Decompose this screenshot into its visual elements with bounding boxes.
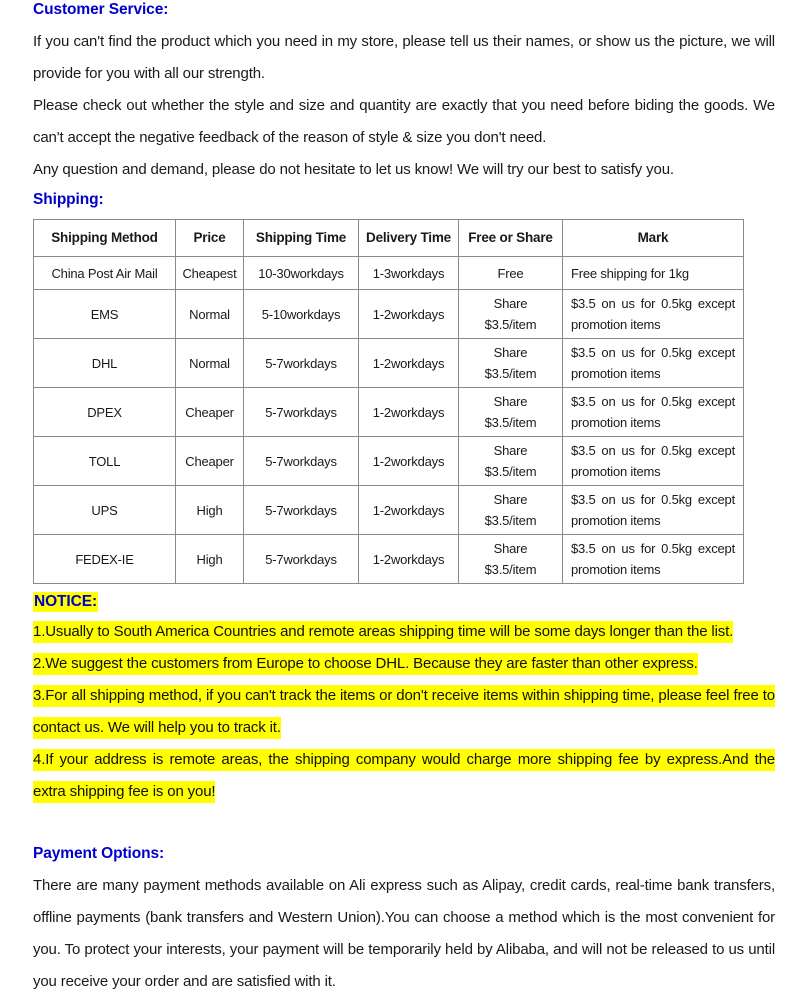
cell-delivery-time: 1-2workdays [358,338,459,388]
customer-service-paragraph-3: Any question and demand, please do not h… [33,161,674,178]
notice-heading: NOTICE: [33,592,775,612]
cell-method: TOLL [33,436,176,486]
column-header-shipping-method: Shipping Method [33,219,176,257]
cell-shipping-time: 5-7workdays [243,387,359,437]
cell-method: DPEX [33,387,176,437]
cell-price: Cheaper [175,387,244,437]
notice-item-4: 4.If your address is remote areas, the s… [33,744,775,808]
cell-delivery-time: 1-2workdays [358,534,459,584]
free-or-share-line-2: $3.5/item [484,513,537,528]
cell-mark: $3.5 on us for 0.5kg except promotion it… [562,387,744,437]
free-or-share-line-1: Share [493,394,528,409]
cell-method: UPS [33,485,176,535]
cell-free-or-share: Share $3.5/item [458,485,563,535]
column-header-shipping-time: Shipping Time [243,219,359,257]
column-header-free-or-share: Free or Share [458,219,563,257]
notice-item-1-text: 1.Usually to South America Countries and… [33,621,733,643]
cell-price: High [175,485,244,535]
cell-delivery-time: 1-2workdays [358,485,459,535]
cell-free-or-share: Share $3.5/item [458,436,563,486]
notice-item-3-text: 3.For all shipping method, if you can't … [33,685,775,739]
table-row: EMS Normal 5-10workdays 1-2workdays Shar… [33,289,744,339]
cell-delivery-time: 1-3workdays [358,256,459,290]
shipping-table: Shipping Method Price Shipping Time Deli… [33,219,744,584]
table-row: DHL Normal 5-7workdays 1-2workdays Share… [33,338,744,388]
cell-price: Cheapest [175,256,244,290]
cell-method: DHL [33,338,176,388]
customer-service-paragraph-1: If you can't find the product which you … [33,33,775,82]
cell-price: Normal [175,338,244,388]
cell-free-or-share: Share $3.5/item [458,338,563,388]
cell-mark: $3.5 on us for 0.5kg except promotion it… [562,485,744,535]
table-header-row: Shipping Method Price Shipping Time Deli… [33,219,744,257]
free-or-share-line-2: $3.5/item [484,562,537,577]
cell-mark: $3.5 on us for 0.5kg except promotion it… [562,338,744,388]
cell-method: EMS [33,289,176,339]
cell-free-or-share: Share $3.5/item [458,289,563,339]
cell-shipping-time: 5-7workdays [243,436,359,486]
customer-service-heading: Customer Service: [33,1,169,18]
table-row: China Post Air Mail Cheapest 10-30workda… [33,256,744,290]
cell-free-or-share: Share $3.5/item [458,387,563,437]
free-or-share-line-1: Share [493,345,528,360]
cell-mark: $3.5 on us for 0.5kg except promotion it… [562,289,744,339]
cell-shipping-time: 5-7workdays [243,338,359,388]
cell-method: China Post Air Mail [33,256,176,290]
cell-free-or-share: Free [458,256,563,290]
notice-item-3: 3.For all shipping method, if you can't … [33,680,775,744]
table-row: DPEX Cheaper 5-7workdays 1-2workdays Sha… [33,387,744,437]
free-or-share-line-2: $3.5/item [484,415,537,430]
cell-shipping-time: 5-7workdays [243,485,359,535]
cell-price: Normal [175,289,244,339]
cell-mark: $3.5 on us for 0.5kg except promotion it… [562,534,744,584]
cell-mark: Free shipping for 1kg [562,256,744,290]
cell-method: FEDEX-IE [33,534,176,584]
notice-item-4-text: 4.If your address is remote areas, the s… [33,749,775,803]
cell-shipping-time: 5-10workdays [243,289,359,339]
free-or-share-line-2: $3.5/item [484,317,537,332]
column-header-mark: Mark [562,219,744,257]
table-row: UPS High 5-7workdays 1-2workdays Share $… [33,485,744,535]
cell-shipping-time: 5-7workdays [243,534,359,584]
cell-shipping-time: 10-30workdays [243,256,359,290]
free-or-share-line-2: $3.5/item [484,464,537,479]
free-or-share-line-1: Share [493,541,528,556]
free-or-share-line-2: $3.5/item [484,366,537,381]
table-row: FEDEX-IE High 5-7workdays 1-2workdays Sh… [33,534,744,584]
cell-price: Cheaper [175,436,244,486]
cell-delivery-time: 1-2workdays [358,387,459,437]
table-row: TOLL Cheaper 5-7workdays 1-2workdays Sha… [33,436,744,486]
free-or-share-line-1: Share [493,492,528,507]
payment-options-paragraph: There are many payment methods available… [33,877,775,990]
cell-price: High [175,534,244,584]
cell-delivery-time: 1-2workdays [358,289,459,339]
shipping-heading: Shipping: [33,191,104,208]
cell-delivery-time: 1-2workdays [358,436,459,486]
column-header-price: Price [175,219,244,257]
free-or-share-line-1: Share [493,443,528,458]
cell-free-or-share: Share $3.5/item [458,534,563,584]
notice-item-2: 2.We suggest the customers from Europe t… [33,648,775,680]
notice-item-1: 1.Usually to South America Countries and… [33,616,775,648]
free-or-share-line-1: Share [493,296,528,311]
notice-item-2-text: 2.We suggest the customers from Europe t… [33,653,698,675]
cell-mark: $3.5 on us for 0.5kg except promotion it… [562,436,744,486]
listing-info-page: Customer Service: If you can't find the … [0,0,808,1000]
customer-service-paragraph-2: Please check out whether the style and s… [33,97,775,146]
payment-options-heading: Payment Options: [33,845,165,862]
column-header-delivery-time: Delivery Time [358,219,459,257]
notice-heading-text: NOTICE: [33,592,99,612]
